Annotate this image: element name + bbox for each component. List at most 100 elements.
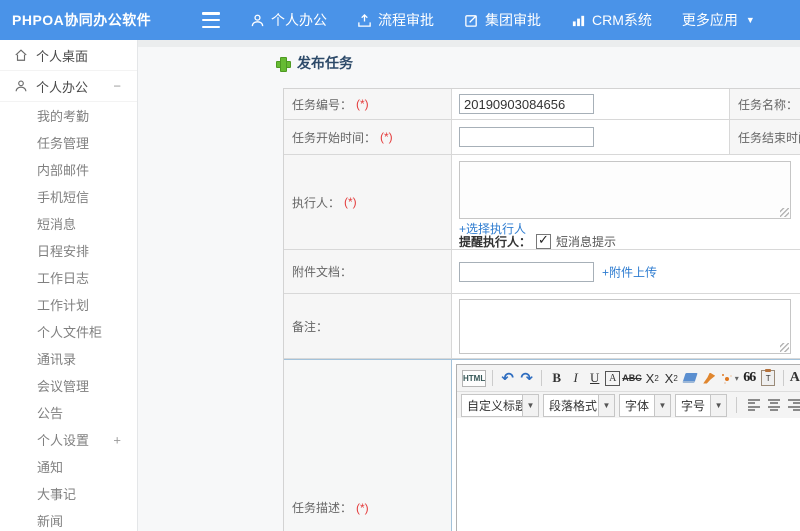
rich-text-editor: HTML↶↷BIUAABCX2X2▾66TA▾ 自定义标题▼段落格式▼字体▼字号… bbox=[456, 364, 800, 531]
blockquote-button[interactable]: 66 bbox=[741, 368, 758, 388]
sidebar-item-会议管理[interactable]: 会议管理 bbox=[0, 372, 137, 399]
toolbar-separator bbox=[782, 370, 784, 386]
form-row-start-time: 任务开始时间： (*) 任务结束时间： (*) bbox=[284, 120, 800, 155]
start-time-input[interactable] bbox=[459, 127, 594, 147]
form-row-description: 任务描述： (*) HTML↶↷BIUAABCX2X2▾66TA▾ 自定义标题▼… bbox=[284, 359, 800, 531]
collapse-icon[interactable]: − bbox=[113, 80, 121, 93]
font-color-button[interactable]: A▾ bbox=[790, 368, 800, 388]
task-number-label: 任务编号： (*) bbox=[284, 89, 452, 119]
sidebar-item-label: 短消息 bbox=[37, 217, 77, 232]
sidebar-item-任务管理[interactable]: 任务管理 bbox=[0, 129, 137, 156]
underline-button[interactable]: U bbox=[586, 368, 603, 388]
superscript-button[interactable]: X2 bbox=[644, 368, 661, 388]
font-box-button[interactable]: A bbox=[605, 370, 621, 386]
caret-down-icon[interactable]: ▼ bbox=[522, 394, 538, 416]
sidebar-item-label: 大事记 bbox=[37, 487, 77, 502]
nav-item-more-apps[interactable]: 更多应用 ▼ bbox=[682, 10, 755, 30]
align-right-icon[interactable] bbox=[788, 398, 800, 412]
undo-button[interactable]: ↶ bbox=[499, 368, 516, 388]
sidebar-item-大事记[interactable]: 大事记 bbox=[0, 480, 137, 507]
task-number-input[interactable] bbox=[459, 94, 594, 114]
editor-toolbar-row2: 自定义标题 ▼ 段落格式 ▼ 字体 ▼ 字号 ▼ bbox=[457, 392, 800, 419]
sidebar-menu: 个人桌面个人办公 − 我的考勤任务管理内部邮件手机短信短消息日程安排 工作日志工作计划… bbox=[0, 40, 138, 531]
add-task-icon bbox=[275, 56, 291, 72]
format-brush-icon bbox=[703, 372, 716, 384]
caret-down-icon[interactable]: ▼ bbox=[598, 394, 614, 416]
sidebar-item-我的考勤[interactable]: 我的考勤 bbox=[0, 102, 137, 129]
app-logo: PHPOA协同办公软件 bbox=[12, 12, 152, 28]
font-size-select[interactable]: 字号 ▼ bbox=[675, 393, 728, 417]
paragraph-format-select[interactable]: 段落格式 ▼ bbox=[543, 393, 615, 417]
italic-button[interactable]: I bbox=[567, 368, 584, 388]
sidebar-item-label: 个人桌面 bbox=[36, 48, 89, 64]
sidebar-item-个人设置[interactable]: 个人设置 + bbox=[0, 426, 137, 453]
sidebar-item-label: 内部邮件 bbox=[37, 163, 90, 178]
sidebar-item-label: 通讯录 bbox=[37, 352, 77, 367]
sidebar-item-短消息[interactable]: 短消息 bbox=[0, 210, 137, 237]
sidebar-item-label: 工作计划 bbox=[37, 298, 90, 313]
executor-textarea[interactable] bbox=[459, 161, 791, 219]
form-row-task-number: 任务编号： (*) 任务名称： (*) bbox=[284, 89, 800, 120]
menu-toggle-icon[interactable] bbox=[200, 12, 222, 28]
editor-content-area[interactable] bbox=[457, 418, 800, 531]
sms-remind-checkbox[interactable] bbox=[536, 232, 552, 249]
bold-button[interactable]: B bbox=[548, 368, 565, 388]
top-navigation-bar: PHPOA协同办公软件 个人办公 流程审批 集团审批 CRM系统 更多应用 ▼ bbox=[0, 0, 800, 40]
paragraph-format-select-label: 段落格式 bbox=[549, 398, 598, 413]
attachment-upload-link[interactable]: +附件上传 bbox=[602, 263, 657, 280]
caret-down-icon: ▾ bbox=[734, 373, 739, 383]
editor-toolbar-row1: HTML↶↷BIUAABCX2X2▾66TA▾ bbox=[457, 365, 800, 392]
sidebar-item-个人办公[interactable]: 个人办公 − bbox=[0, 71, 137, 102]
highlight-wand-icon[interactable]: ▾ bbox=[720, 368, 739, 388]
publish-task-form: 任务编号： (*) 任务名称： (*) 任务开始时间： (*) bbox=[283, 88, 800, 531]
remark-label: 备注： bbox=[284, 294, 452, 358]
page-title: 发布任务 bbox=[275, 53, 353, 73]
sidebar-item-日程安排[interactable]: 日程安排 bbox=[0, 237, 137, 264]
eraser-icon[interactable] bbox=[682, 368, 699, 388]
required-mark: (*) bbox=[356, 97, 369, 111]
sidebar-item-手机短信[interactable]: 手机短信 bbox=[0, 183, 137, 210]
remark-textarea[interactable] bbox=[459, 299, 791, 354]
form-row-remark: 备注： bbox=[284, 294, 800, 359]
sidebar-item-label: 我的考勤 bbox=[37, 109, 90, 124]
nav-item-crm-system[interactable]: CRM系统 bbox=[571, 10, 652, 30]
highlight-wand-icon bbox=[720, 372, 732, 384]
format-brush-icon[interactable] bbox=[701, 368, 718, 388]
sidebar-item-工作计划[interactable]: 工作计划 bbox=[0, 291, 137, 318]
sidebar-item-label: 任务管理 bbox=[37, 136, 90, 151]
html-source-button[interactable]: HTML bbox=[462, 369, 487, 387]
align-left-icon[interactable] bbox=[747, 398, 761, 412]
sidebar-item-公告[interactable]: 公告 bbox=[0, 399, 137, 426]
align-center-icon[interactable] bbox=[768, 398, 781, 412]
sidebar-item-个人桌面[interactable]: 个人桌面 bbox=[0, 40, 137, 71]
font-family-select[interactable]: 字体 ▼ bbox=[619, 393, 672, 417]
approval-stamp-icon bbox=[357, 13, 372, 28]
attachment-input[interactable] bbox=[459, 261, 594, 282]
custom-title-select-label: 自定义标题 bbox=[467, 398, 522, 413]
attachment-label: 附件文档： bbox=[284, 250, 452, 293]
sidebar-item-通讯录[interactable]: 通讯录 bbox=[0, 345, 137, 372]
executor-label: 执行人： (*) bbox=[284, 155, 452, 249]
paste-icon[interactable]: T bbox=[760, 368, 777, 388]
sidebar-item-通知[interactable]: 通知 bbox=[0, 453, 137, 480]
description-label: 任务描述： (*) bbox=[284, 360, 452, 531]
subscript-button[interactable]: X2 bbox=[663, 368, 680, 388]
expand-icon[interactable]: + bbox=[113, 433, 121, 446]
form-row-executor: 执行人： (*) +选择执行人 提醒执行人： 短消息提示 bbox=[284, 155, 800, 250]
sidebar-item-内部邮件[interactable]: 内部邮件 bbox=[0, 156, 137, 183]
custom-title-select[interactable]: 自定义标题 ▼ bbox=[461, 393, 539, 417]
nav-item-personal-office[interactable]: 个人办公 bbox=[250, 10, 327, 30]
redo-button[interactable]: ↷ bbox=[518, 368, 535, 388]
sidebar-item-个人文件柜[interactable]: 个人文件柜 bbox=[0, 318, 137, 345]
nav-item-group-approval[interactable]: 集团审批 bbox=[464, 10, 541, 30]
nav-item-workflow-approval[interactable]: 流程审批 bbox=[357, 10, 434, 30]
sidebar-item-工作日志[interactable]: 工作日志 bbox=[0, 264, 137, 291]
caret-down-icon[interactable]: ▼ bbox=[710, 394, 727, 416]
sidebar-item-新闻[interactable]: 新闻 bbox=[0, 507, 137, 531]
font-size-select-label: 字号 bbox=[681, 398, 706, 413]
strikethrough-button[interactable]: ABC bbox=[622, 368, 642, 388]
caret-down-icon[interactable]: ▼ bbox=[654, 394, 671, 416]
sidebar-item-label: 新闻 bbox=[37, 514, 64, 529]
nav-label: 个人办公 bbox=[271, 12, 327, 28]
app-window: PHPOA协同办公软件 个人办公 流程审批 集团审批 CRM系统 更多应用 ▼ … bbox=[0, 0, 800, 531]
